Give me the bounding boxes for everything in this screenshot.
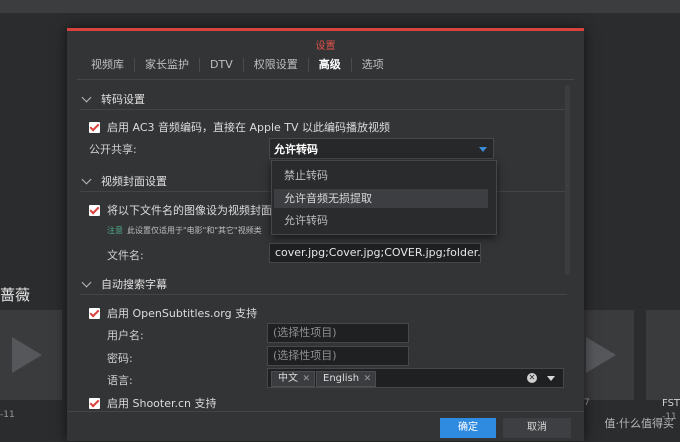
filename-label: 文件名: [107, 249, 144, 262]
chevron-down-icon [81, 92, 92, 103]
tab-options[interactable]: 选项 [352, 58, 394, 72]
cancel-button[interactable]: 取消 [503, 418, 571, 438]
tab-bar: 视频库 家长监护 DTV 权限设置 高级 选项 [81, 54, 394, 76]
password-input[interactable]: (选择性项目) [267, 346, 409, 366]
checkbox-checked-icon[interactable] [89, 307, 100, 319]
ok-button[interactable]: 确定 [440, 418, 496, 438]
share-label: 公开共享: [89, 143, 137, 156]
dialog-title: 设置 [315, 41, 336, 52]
settings-dialog: 设置 视频库 家长监护 DTV 权限设置 高级 选项 转码设置 启用 AC3 音… [67, 28, 584, 441]
checkbox-checked-icon[interactable] [89, 121, 100, 133]
background-video-title: 蔷薇 [0, 286, 31, 304]
cover-section-header[interactable]: 视频封面设置 [80, 173, 167, 189]
transcode-section-header[interactable]: 转码设置 [80, 91, 145, 107]
password-label: 密码: [107, 352, 133, 365]
language-tag-input[interactable]: 中文 ✕ English ✕ ✕ [267, 368, 564, 388]
close-icon[interactable]: ✕ [364, 372, 372, 386]
chevron-down-icon [81, 174, 92, 185]
section-title: 视频封面设置 [101, 175, 167, 188]
section-title: 转码设置 [101, 93, 145, 106]
language-tag[interactable]: English ✕ [316, 371, 377, 387]
tab-divider [77, 79, 574, 80]
settings-content: 转码设置 启用 AC3 音频编码，直接在 Apple TV 以此编码播放视频 公… [67, 81, 584, 411]
checkbox-checked-icon[interactable] [89, 204, 100, 216]
background-video-title: FST [662, 398, 680, 409]
caret-down-icon[interactable] [547, 376, 555, 381]
filename-input[interactable]: cover.jpg;Cover.jpg;COVER.jpg;folder.jpg… [269, 243, 481, 263]
language-tag[interactable]: 中文 ✕ [271, 371, 315, 387]
dialog-footer: 确定 取消 [67, 411, 584, 442]
tab-parental-control[interactable]: 家长监护 [135, 58, 200, 72]
checkbox-checked-icon[interactable] [89, 397, 100, 409]
cover-note: 注意 此设置仅适用于"电影"和"其它"视频类 [107, 225, 262, 236]
background-video-date: 7 [584, 398, 590, 408]
chevron-down-icon [81, 277, 92, 288]
subtitle-section-header[interactable]: 自动搜索字幕 [80, 276, 167, 292]
dropdown-option[interactable]: 禁止转码 [274, 166, 488, 185]
watermark: 值·什么值得买 [604, 417, 675, 430]
language-tag-label: 中文 [278, 373, 298, 384]
share-select-value: 允许转码 [274, 143, 318, 156]
ac3-encoding-checkbox[interactable]: 启用 AC3 音频编码，直接在 Apple TV 以此编码播放视频 [89, 119, 390, 135]
language-tag-label: English [323, 373, 360, 384]
background-video-date: -11 [0, 410, 15, 420]
dropdown-option[interactable]: 允许转码 [274, 211, 488, 230]
background-video-thumbnail[interactable] [0, 310, 62, 400]
shooter-checkbox[interactable]: 启用 Shooter.cn 支持 [89, 395, 217, 411]
section-divider [80, 294, 567, 295]
language-label: 语言: [107, 374, 133, 387]
play-icon [586, 337, 616, 373]
caret-down-icon [479, 147, 487, 152]
checkbox-label: 启用 OpenSubtitles.org 支持 [107, 307, 258, 320]
background-video-thumbnail[interactable] [584, 310, 634, 400]
username-label: 用户名: [107, 329, 144, 342]
cover-image-checkbox[interactable]: 将以下文件名的图像设为视频封面。 [89, 202, 283, 218]
tab-advanced[interactable]: 高级 [309, 58, 352, 72]
tab-video-library[interactable]: 视频库 [81, 58, 135, 72]
note-text: 此设置仅适用于"电影"和"其它"视频类 [127, 226, 262, 235]
checkbox-label: 将以下文件名的图像设为视频封面。 [107, 204, 283, 217]
close-icon[interactable]: ✕ [302, 372, 310, 386]
section-divider [80, 109, 567, 110]
clear-icon[interactable]: ✕ [527, 373, 537, 383]
tab-permissions[interactable]: 权限设置 [244, 58, 309, 72]
background-video-thumbnail[interactable] [646, 310, 680, 400]
section-title: 自动搜索字幕 [101, 278, 167, 291]
tab-dtv[interactable]: DTV [200, 58, 244, 72]
checkbox-label: 启用 AC3 音频编码，直接在 Apple TV 以此编码播放视频 [107, 121, 391, 134]
opensubtitles-checkbox[interactable]: 启用 OpenSubtitles.org 支持 [89, 305, 257, 321]
checkbox-label: 启用 Shooter.cn 支持 [107, 397, 217, 410]
background-top-bar [0, 0, 680, 13]
scrollbar[interactable] [565, 85, 570, 275]
username-input[interactable]: (选择性项目) [267, 323, 409, 343]
dropdown-option[interactable]: 允许音频无损提取 [274, 189, 488, 208]
share-select[interactable]: 允许转码 [269, 138, 494, 159]
share-dropdown-menu: 禁止转码 允许音频无损提取 允许转码 [271, 160, 497, 235]
play-icon [12, 337, 42, 373]
note-highlight: 注意 [107, 226, 123, 235]
